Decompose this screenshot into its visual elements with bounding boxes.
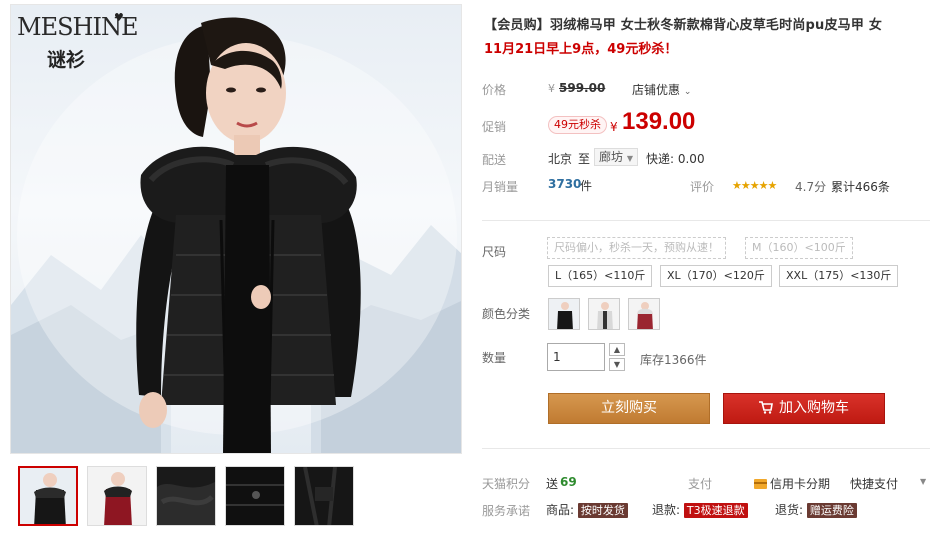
promo-label: 促销: [482, 120, 507, 134]
ship-from: 北京: [548, 152, 573, 166]
pay-label: 支付: [688, 477, 713, 491]
buy-now-button[interactable]: 立刻购买: [548, 393, 710, 424]
service-goods-label: 商品:: [546, 503, 575, 517]
thumbnail-4[interactable]: [225, 466, 285, 526]
promo-tag: 49元秒杀: [548, 116, 607, 134]
quantity-increase-button[interactable]: ▲: [609, 343, 625, 356]
section-divider: [482, 220, 930, 221]
product-photo-scene: [11, 17, 461, 453]
quantity-input[interactable]: [547, 343, 605, 371]
size-option-xxl[interactable]: XXL（175）<130斤: [779, 265, 899, 287]
size-label: 尺码: [482, 245, 507, 259]
credit-installment-label: 信用卡分期: [770, 477, 831, 491]
review-count-link[interactable]: 累计466条: [831, 178, 890, 195]
store-discount-dropdown[interactable]: 店铺优惠 ⌄: [632, 81, 691, 98]
fast-refund-badge: T3极速退款: [683, 503, 748, 518]
add-to-cart-label: 加入购物车: [779, 400, 849, 416]
brand-logo-cn: 谜衫: [47, 49, 86, 71]
thumbnail-2[interactable]: [87, 466, 147, 526]
monthly-sales-count: 3730: [548, 177, 582, 191]
ship-to-word: 至: [578, 152, 591, 166]
ship-destination: 廊坊: [599, 150, 624, 164]
size-option-xl[interactable]: XL（170）<120斤: [660, 265, 772, 287]
express-fee: 快递: 0.00: [646, 152, 705, 166]
promo-price: 139.00: [622, 108, 696, 135]
price-section: 价格 ¥ 599.00 店铺优惠 ⌄ 促销 49元秒杀 ¥ 139.00 配送 …: [482, 70, 930, 204]
product-info-panel: 【会员购】羽绒棉马甲 女士秋冬新款棉背心皮草毛时尚pu皮马甲 女 11月21日早…: [482, 0, 930, 540]
product-title: 【会员购】羽绒棉马甲 女士秋冬新款棉背心皮草毛时尚pu皮马甲 女: [484, 18, 883, 33]
size-option-l[interactable]: L（165）<110斤: [548, 265, 653, 287]
rating-label: 评价: [690, 180, 715, 194]
size-note: 尺码偏小，秒杀一天，预购从速！: [547, 237, 726, 259]
color-swatch-black[interactable]: [548, 298, 580, 330]
return-insurance-badge: 赠运费险: [806, 503, 857, 518]
chevron-down-icon: ⌄: [683, 87, 692, 97]
color-label: 颜色分类: [482, 307, 531, 321]
original-currency: ¥: [548, 82, 555, 95]
service-return: 退货: 赠运费险: [775, 501, 857, 518]
promo-currency: ¥: [610, 120, 618, 134]
cart-icon: [759, 396, 773, 425]
points-prefix: 送: [546, 477, 559, 491]
add-to-cart-button[interactable]: 加入购物车: [723, 393, 885, 424]
color-swatch-white[interactable]: [588, 298, 620, 330]
service-goods: 商品: 按时发货: [546, 501, 628, 518]
quantity-label: 数量: [482, 351, 507, 365]
points-value: 69: [560, 475, 577, 489]
shipping-label: 配送: [482, 153, 507, 167]
store-discount-label: 店铺优惠: [632, 83, 681, 97]
monthly-sales-unit: 件: [580, 179, 593, 193]
original-price: 599.00: [559, 81, 606, 95]
rating-stars: ★★★★★: [732, 179, 777, 192]
credit-card-icon: [754, 479, 767, 489]
quantity-decrease-button[interactable]: ▼: [609, 358, 625, 371]
thumbnail-5[interactable]: [294, 466, 354, 526]
service-refund-label: 退款:: [652, 503, 681, 517]
service-return-label: 退货:: [775, 503, 804, 517]
color-swatch-red[interactable]: [628, 298, 660, 330]
service-promise-label: 服务承诺: [482, 504, 531, 518]
ship-destination-select[interactable]: 廊坊 ▼: [594, 148, 638, 166]
thumbnail-strip: [18, 466, 354, 526]
section-divider: [482, 448, 930, 449]
main-product-image[interactable]: MESHINE ♥ 谜衫: [10, 4, 462, 454]
monthly-sales-label: 月销量: [482, 180, 519, 194]
stock-count: 库存1366件: [640, 353, 707, 367]
chevron-down-icon[interactable]: ▼: [920, 477, 926, 486]
credit-installment-link[interactable]: 信用卡分期: [754, 475, 830, 492]
points-label: 天猫积分: [482, 477, 531, 491]
price-label: 价格: [482, 83, 507, 97]
quick-pay-link[interactable]: 快捷支付: [850, 475, 898, 492]
size-option-m[interactable]: M（160）<100斤: [745, 237, 853, 259]
chevron-down-icon: ▼: [626, 154, 633, 163]
thumbnail-1[interactable]: [18, 466, 78, 526]
rating-score: 4.7分: [795, 180, 827, 194]
on-time-shipping-badge: 按时发货: [577, 503, 628, 518]
flash-sale-notice: 11月21日早上9点，49元秒杀！: [484, 42, 678, 57]
service-refund: 退款: T3极速退款: [652, 501, 748, 518]
heart-icon: ♥: [114, 11, 124, 24]
thumbnail-3[interactable]: [156, 466, 216, 526]
